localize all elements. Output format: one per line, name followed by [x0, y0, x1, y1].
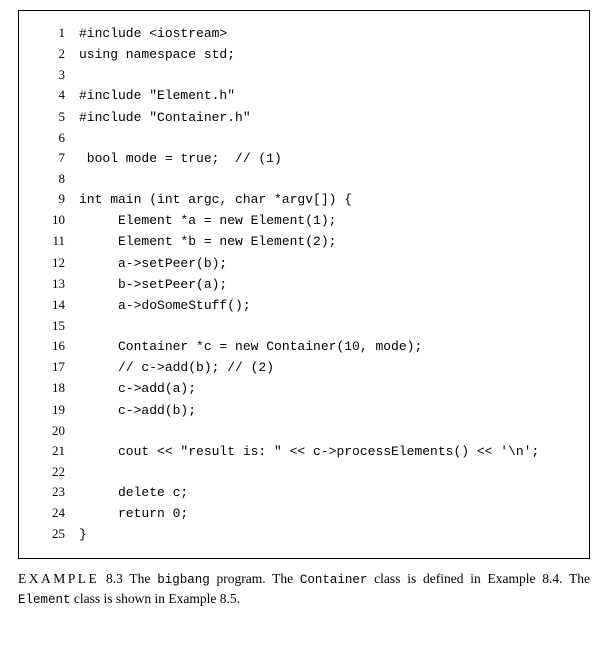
code-text: return 0;	[79, 504, 188, 524]
code-line: 24 return 0;	[37, 503, 571, 524]
line-number: 23	[37, 482, 79, 502]
code-text: #include <iostream>	[79, 24, 227, 44]
line-number: 12	[37, 253, 79, 273]
line-number: 4	[37, 85, 79, 105]
line-number: 22	[37, 462, 79, 482]
line-number: 2	[37, 44, 79, 64]
code-line: 23 delete c;	[37, 482, 571, 503]
code-line: 16 Container *c = new Container(10, mode…	[37, 336, 571, 357]
code-line: 22	[37, 462, 571, 482]
code-line: 1#include <iostream>	[37, 23, 571, 44]
line-number: 1	[37, 23, 79, 43]
line-number: 14	[37, 295, 79, 315]
code-line: 18 c->add(a);	[37, 378, 571, 399]
code-text: Container *c = new Container(10, mode);	[79, 337, 422, 357]
code-text: // c->add(b); // (2)	[79, 358, 274, 378]
figure-caption: EXAMPLE 8.3 The bigbang program. The Con…	[18, 569, 590, 609]
line-number: 9	[37, 189, 79, 209]
code-line: 21 cout << "result is: " << c->processEl…	[37, 441, 571, 462]
line-number: 19	[37, 400, 79, 420]
class-name-element: Element	[18, 593, 71, 607]
code-line: 19 c->add(b);	[37, 400, 571, 421]
code-line: 15	[37, 316, 571, 336]
code-text: delete c;	[79, 483, 188, 503]
program-name: bigbang	[157, 573, 210, 587]
code-line: 10 Element *a = new Element(1);	[37, 210, 571, 231]
line-number: 5	[37, 107, 79, 127]
line-number: 6	[37, 128, 79, 148]
code-line: 9int main (int argc, char *argv[]) {	[37, 189, 571, 210]
code-line: 13 b->setPeer(a);	[37, 274, 571, 295]
code-line: 6	[37, 128, 571, 148]
code-line: 2using namespace std;	[37, 44, 571, 65]
code-line: 14 a->doSomeStuff();	[37, 295, 571, 316]
code-line: 12 a->setPeer(b);	[37, 253, 571, 274]
code-line: 8	[37, 169, 571, 189]
line-number: 13	[37, 274, 79, 294]
code-text: Element *a = new Element(1);	[79, 211, 336, 231]
line-number: 20	[37, 421, 79, 441]
code-text: using namespace std;	[79, 45, 235, 65]
class-name-container: Container	[300, 573, 368, 587]
code-text: b->setPeer(a);	[79, 275, 227, 295]
code-text: Element *b = new Element(2);	[79, 232, 336, 252]
code-line: 11 Element *b = new Element(2);	[37, 231, 571, 252]
line-number: 16	[37, 336, 79, 356]
code-line: 25}	[37, 524, 571, 545]
code-line: 4#include "Element.h"	[37, 85, 571, 106]
line-number: 25	[37, 524, 79, 544]
line-number: 24	[37, 503, 79, 523]
code-line: 3	[37, 65, 571, 85]
line-number: 18	[37, 378, 79, 398]
code-text: #include "Element.h"	[79, 86, 235, 106]
line-number: 15	[37, 316, 79, 336]
line-number: 8	[37, 169, 79, 189]
line-number: 10	[37, 210, 79, 230]
caption-label: EXAMPLE	[18, 571, 99, 586]
code-text: int main (int argc, char *argv[]) {	[79, 190, 352, 210]
code-text: a->setPeer(b);	[79, 254, 227, 274]
code-line: 20	[37, 421, 571, 441]
code-text: c->add(b);	[79, 401, 196, 421]
code-text: bool mode = true; // (1)	[79, 149, 282, 169]
code-line: 17 // c->add(b); // (2)	[37, 357, 571, 378]
code-text: #include "Container.h"	[79, 108, 251, 128]
line-number: 17	[37, 357, 79, 377]
code-listing: 1#include <iostream>2using namespace std…	[18, 10, 590, 559]
line-number: 3	[37, 65, 79, 85]
line-number: 7	[37, 148, 79, 168]
code-line: 5#include "Container.h"	[37, 107, 571, 128]
code-text: cout << "result is: " << c->processEleme…	[79, 442, 539, 462]
code-text: c->add(a);	[79, 379, 196, 399]
line-number: 11	[37, 231, 79, 251]
code-text: }	[79, 525, 87, 545]
code-line: 7 bool mode = true; // (1)	[37, 148, 571, 169]
code-text: a->doSomeStuff();	[79, 296, 251, 316]
line-number: 21	[37, 441, 79, 461]
